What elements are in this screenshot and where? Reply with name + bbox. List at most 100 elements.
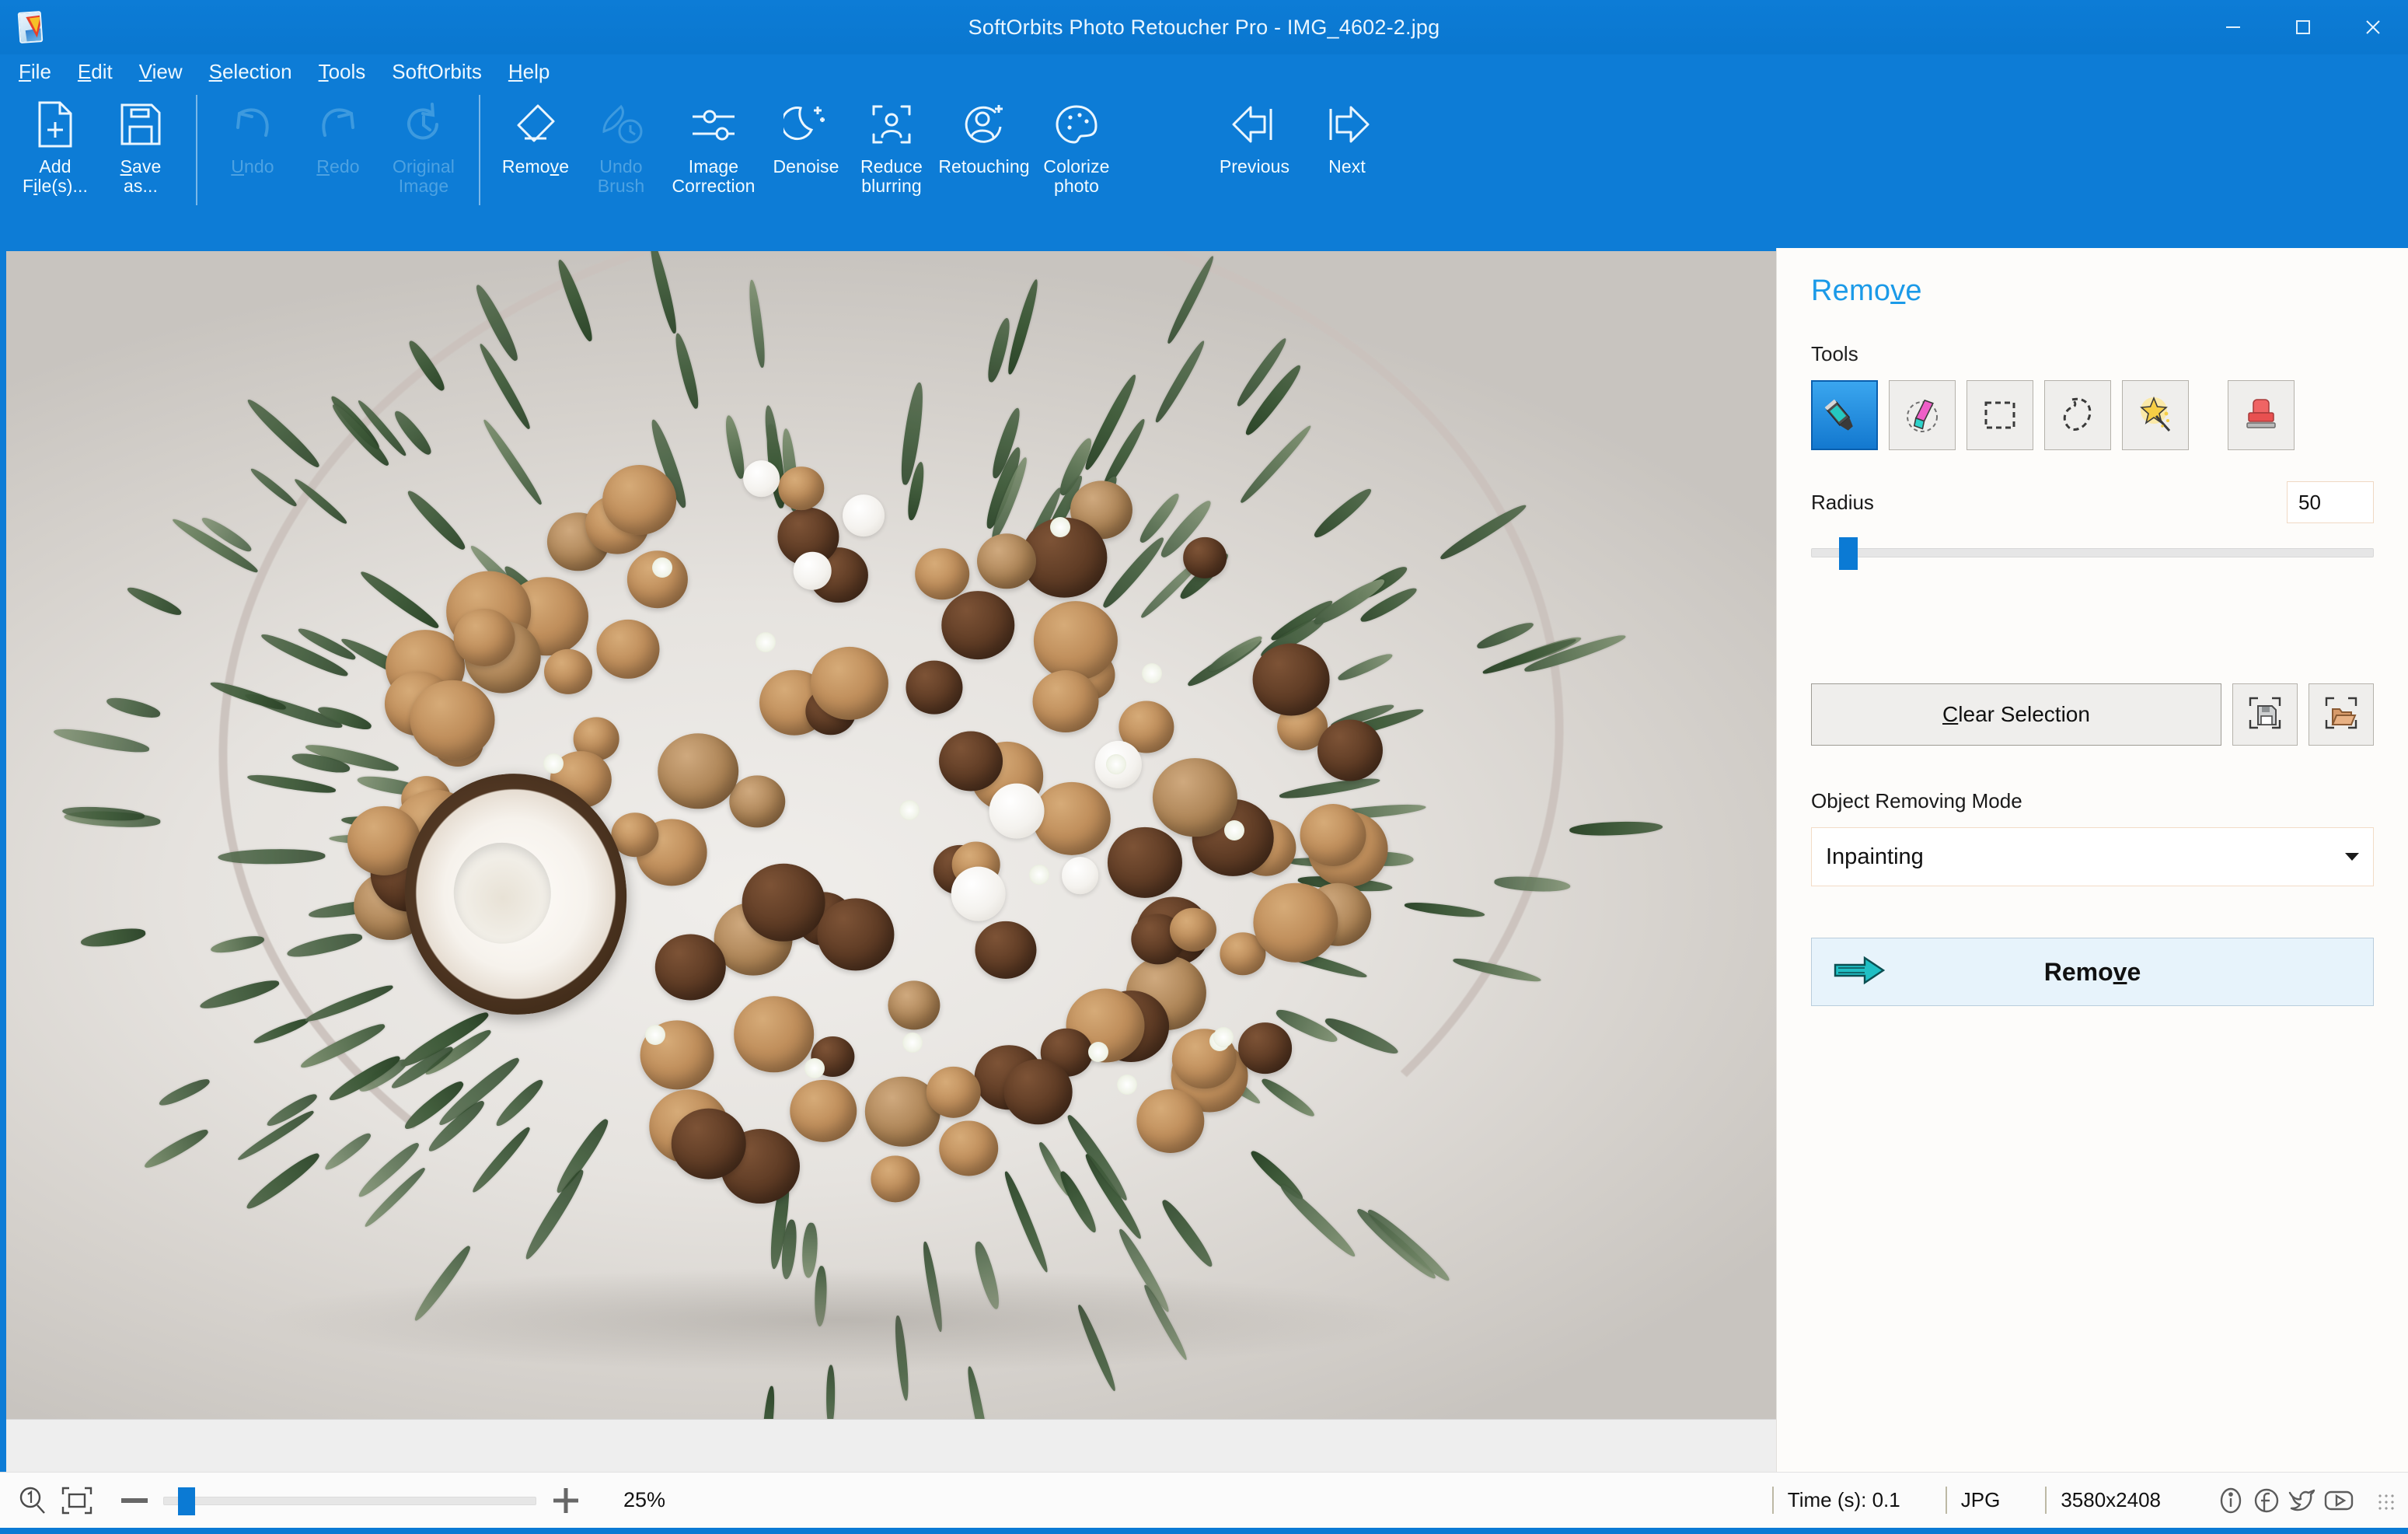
- rectangle-select-tool-button[interactable]: [1967, 380, 2033, 450]
- minimize-button[interactable]: [2198, 0, 2268, 54]
- image-canvas[interactable]: [6, 251, 1776, 1419]
- ribbon-group-tools: Remove Undo Brush Image Correction Denoi…: [493, 89, 1119, 236]
- object-removing-mode-label: Object Removing Mode: [1811, 789, 2374, 813]
- redo-button[interactable]: Redo: [295, 89, 381, 205]
- zoom-slider[interactable]: [163, 1485, 536, 1516]
- retouching-label: Retouching: [938, 157, 1029, 176]
- undo-button[interactable]: Undo: [210, 89, 295, 205]
- reduce-blurring-button[interactable]: Reduce blurring: [849, 89, 934, 205]
- eraser-tool-button[interactable]: [1889, 380, 1956, 450]
- load-selection-button[interactable]: [2309, 683, 2374, 746]
- add-files-button[interactable]: Add File(s)...: [12, 89, 98, 205]
- lasso-select-tool-button[interactable]: [2044, 380, 2111, 450]
- redo-label: Redo: [316, 157, 359, 176]
- remove-tool-button[interactable]: Remove: [493, 89, 578, 205]
- remove-action-label: Remove: [1812, 958, 2373, 987]
- stamp-icon: [2242, 395, 2280, 435]
- previous-label: Previous: [1220, 157, 1290, 176]
- menu-item-help[interactable]: Help: [508, 58, 565, 86]
- menu-item-view[interactable]: View: [139, 58, 198, 86]
- eraser-icon: [508, 100, 563, 149]
- save-as-label: Save as...: [120, 157, 162, 196]
- ribbon-group-history: Undo Redo Original Image: [210, 89, 466, 236]
- canvas-area: [0, 248, 1776, 1472]
- menu-item-selection[interactable]: Selection: [209, 58, 308, 86]
- redo-arrow-icon: [311, 100, 365, 149]
- undo-arrow-icon: [225, 100, 280, 149]
- menu-item-edit[interactable]: Edit: [78, 58, 128, 86]
- colorize-photo-button[interactable]: Colorize photo: [1034, 89, 1119, 205]
- social-links: [2214, 1483, 2357, 1518]
- main-body: Remove Tools Radius 50 C lear Selection …: [0, 248, 2408, 1472]
- save-selection-button[interactable]: [2232, 683, 2298, 746]
- undo-label: Undo: [231, 157, 274, 176]
- original-image-button[interactable]: Original Image: [381, 89, 466, 205]
- zoom-slider-thumb[interactable]: [178, 1487, 195, 1515]
- colorize-photo-label: Colorize photo: [1043, 157, 1109, 196]
- radius-slider-track: [1811, 548, 2374, 557]
- panel-title: Remove: [1811, 274, 2374, 308]
- menu-item-tools[interactable]: Tools: [319, 58, 382, 86]
- zoom-1to1-icon[interactable]: [17, 1485, 48, 1516]
- tools-row: [1811, 380, 2374, 450]
- window-title: SoftOrbits Photo Retoucher Pro - IMG_460…: [0, 16, 2408, 40]
- facebook-icon[interactable]: [2249, 1483, 2284, 1518]
- zoom-slider-track: [163, 1497, 536, 1505]
- clone-stamp-tool-button[interactable]: [2228, 380, 2295, 450]
- status-right-group: Time (s): 0.1 JPG 3580x2408: [1772, 1483, 2397, 1518]
- retouching-button[interactable]: Retouching: [934, 89, 1034, 205]
- zoom-percent-label: 25%: [623, 1488, 665, 1512]
- right-panel: Remove Tools Radius 50 C lear Selection …: [1776, 248, 2408, 1472]
- save-as-icon: [113, 100, 168, 149]
- canvas-bottom-strip: [6, 1419, 1776, 1472]
- image-correction-button[interactable]: Image Correction: [664, 89, 763, 205]
- youtube-icon[interactable]: [2321, 1483, 2357, 1518]
- zoom-in-button[interactable]: [550, 1485, 581, 1516]
- photo-image: [6, 251, 1776, 1419]
- resize-grip[interactable]: [2377, 1493, 2394, 1510]
- undo-brush-button[interactable]: Undo Brush: [578, 89, 664, 205]
- dimensions-label: 3580x2408: [2045, 1487, 2161, 1514]
- palette-icon: [1049, 100, 1104, 149]
- add-file-icon: [28, 100, 82, 149]
- magic-wand-tool-button[interactable]: [2122, 380, 2189, 450]
- rectangle-select-icon: [1980, 396, 2019, 435]
- tools-label: Tools: [1811, 342, 2374, 366]
- ribbon-separator-2: [479, 95, 480, 205]
- radius-row: Radius: [1811, 481, 2374, 523]
- load-selection-icon: [2323, 695, 2359, 735]
- denoise-button[interactable]: Denoise: [763, 89, 849, 205]
- object-removing-mode-select[interactable]: Inpainting: [1811, 827, 2374, 886]
- ribbon-separator-1: [196, 95, 197, 205]
- eraser-color-icon: [1901, 395, 1943, 435]
- save-selection-icon: [2247, 695, 2283, 735]
- radius-slider[interactable]: [1811, 534, 2374, 570]
- info-icon[interactable]: [2214, 1483, 2248, 1518]
- twitter-icon[interactable]: [2285, 1483, 2319, 1518]
- marker-pen-icon: [1824, 395, 1865, 435]
- window-controls: [2198, 0, 2408, 54]
- menu-item-file[interactable]: File: [19, 58, 67, 86]
- menu-item-softorbits[interactable]: SoftOrbits: [392, 58, 497, 86]
- clear-selection-button[interactable]: Clear Selection: [1811, 683, 2221, 746]
- zoom-out-button[interactable]: [120, 1495, 149, 1506]
- title-bar: SoftOrbits Photo Retoucher Pro - IMG_460…: [0, 0, 2408, 54]
- maximize-button[interactable]: [2268, 0, 2338, 54]
- close-button[interactable]: [2338, 0, 2408, 54]
- save-as-button[interactable]: Save as...: [98, 89, 183, 205]
- format-label: JPG: [1946, 1487, 2001, 1514]
- nut-cluster: [201, 368, 1474, 1291]
- radius-input[interactable]: [2287, 481, 2374, 523]
- chevron-down-icon: [2345, 853, 2359, 861]
- remove-action-button[interactable]: Remove: [1811, 938, 2374, 1006]
- radius-label: Radius: [1811, 491, 1874, 515]
- time-label: Time (s): 0.1: [1772, 1487, 1900, 1514]
- ribbon-group-navigation: Previous Next: [1205, 89, 1390, 236]
- original-image-label: Original Image: [393, 157, 455, 196]
- radius-slider-thumb[interactable]: [1839, 537, 1858, 570]
- brush-tool-button[interactable]: [1811, 380, 1878, 450]
- history-clock-icon: [396, 100, 451, 149]
- previous-button[interactable]: Previous: [1205, 89, 1304, 205]
- next-button[interactable]: Next: [1304, 89, 1390, 205]
- fit-to-screen-icon[interactable]: [61, 1486, 93, 1515]
